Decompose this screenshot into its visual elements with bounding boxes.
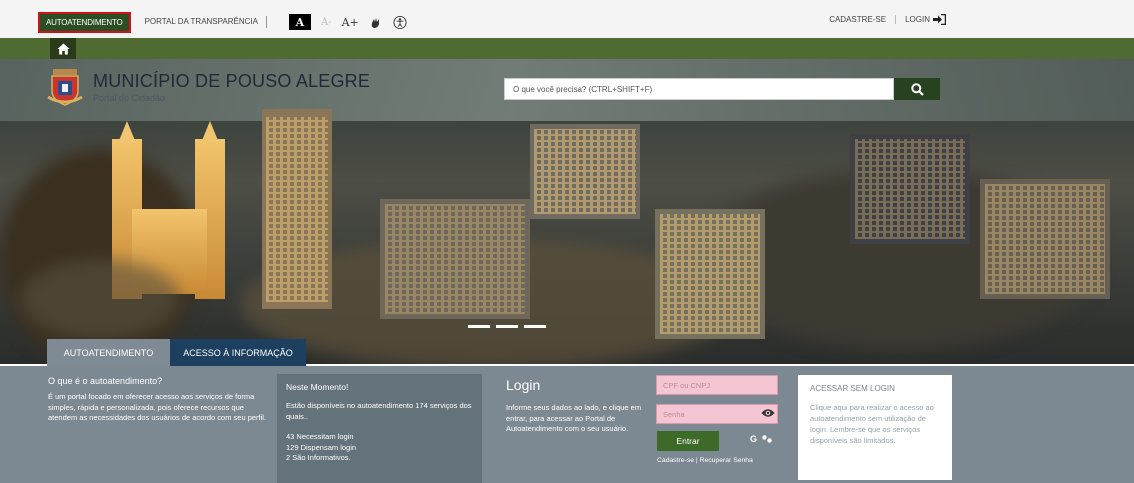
login-text: Informe seus dados ao lado, e clique em … — [506, 403, 642, 433]
search-button[interactable] — [894, 78, 940, 100]
page-title: MUNICÍPIO DE POUSO ALEGRE — [93, 71, 371, 91]
moment-list: 43 Necessitam login 129 Dispensam login … — [286, 432, 473, 464]
home-button[interactable] — [50, 38, 76, 59]
list-item: 129 Dispensam login — [286, 442, 357, 452]
gov-login-icon[interactable] — [761, 434, 773, 444]
moment-panel: Neste Momento! Estão disponíveis no auto… — [277, 374, 482, 483]
transparencia-link[interactable]: PORTAL DA TRANSPARÊNCIA — [135, 16, 267, 28]
title-block: MUNICÍPIO DE POUSO ALEGRE Portal do Cida… — [93, 71, 370, 103]
accessibility-icon[interactable] — [393, 15, 407, 29]
city-crest-icon — [47, 67, 83, 107]
login-info: Login Informe seus dados ao lado, e cliq… — [506, 377, 656, 435]
no-login-heading: ACESSAR SEM LOGIN — [810, 384, 895, 393]
top-bar-right: CADASTRE-SE LOGIN — [829, 14, 946, 25]
show-password-icon[interactable] — [760, 405, 776, 421]
login-link[interactable]: LOGIN — [905, 14, 946, 25]
carousel-dot[interactable] — [524, 325, 546, 328]
search-icon — [910, 82, 924, 96]
about-heading: O que é o autoatendimento? — [48, 376, 163, 386]
home-icon — [57, 43, 69, 54]
carousel-dot[interactable] — [468, 325, 490, 328]
sign-in-icon — [933, 14, 946, 25]
account-links: Cadastre-se | Recuperar Senha — [657, 457, 753, 464]
login-heading: Login — [506, 377, 541, 393]
top-bar: AUTOATENDIMENTO PORTAL DA TRANSPARÊNCIA … — [0, 0, 1134, 38]
moment-text: Estão disponíveis no autoatendimento 174… — [286, 401, 472, 421]
municipality-logo[interactable]: MUNICÍPIO DE POUSO ALEGRE Portal do Cida… — [47, 67, 370, 107]
green-strip — [0, 38, 1134, 59]
autoatendimento-button[interactable]: AUTOATENDIMENTO — [38, 11, 131, 33]
cadastre-link[interactable]: CADASTRE-SE — [829, 15, 897, 24]
accessibility-controls: A A- A+ — [288, 14, 407, 30]
login-label: LOGIN — [905, 15, 930, 24]
moment-heading: Neste Momento! — [286, 382, 349, 392]
tab-autoatendimento[interactable]: AUTOATENDIMENTO — [47, 339, 170, 366]
search-input[interactable]: O que você precisa? (CTRL+SHIFT+F) — [504, 78, 894, 100]
font-decrease-button[interactable]: A- — [321, 17, 332, 28]
social-login: G — [750, 434, 773, 444]
font-normal-button[interactable]: A — [288, 14, 311, 30]
about-section: O que é o autoatendimento? É um portal f… — [48, 376, 268, 424]
cadastre-link-login[interactable]: Cadastre-se — [657, 457, 694, 464]
list-item: 43 Necessitam login — [286, 432, 354, 441]
carousel-indicators — [468, 325, 546, 328]
recover-password-link[interactable]: Recuperar Senha — [700, 457, 753, 464]
no-login-text: Clique aqui para realizar o acesso ao au… — [810, 403, 934, 445]
google-login-icon[interactable]: G — [750, 434, 757, 444]
font-increase-button[interactable]: A+ — [342, 16, 359, 29]
about-text: É um portal focado em oferecer acesso ao… — [48, 392, 267, 422]
tab-bar: AUTOATENDIMENTO ACESSO À INFORMAÇÃO — [0, 339, 1134, 366]
no-login-card[interactable]: ACESSAR SEM LOGIN Clique aqui para reali… — [798, 375, 952, 480]
separator: | — [695, 457, 698, 464]
list-item: 2 São Informativos. — [286, 453, 351, 462]
page-subtitle: Portal do Cidadão — [93, 93, 166, 103]
libras-hand-icon[interactable] — [369, 15, 383, 29]
cpf-field[interactable]: CPF ou CNPJ — [656, 375, 778, 395]
tab-acesso-informacao[interactable]: ACESSO À INFORMAÇÃO — [170, 339, 306, 366]
login-submit-button[interactable]: Entrar — [657, 431, 719, 451]
carousel-dot[interactable] — [496, 325, 518, 328]
hero-banner: MUNICÍPIO DE POUSO ALEGRE Portal do Cida… — [0, 59, 1134, 364]
top-bar-left: AUTOATENDIMENTO PORTAL DA TRANSPARÊNCIA … — [38, 11, 407, 33]
